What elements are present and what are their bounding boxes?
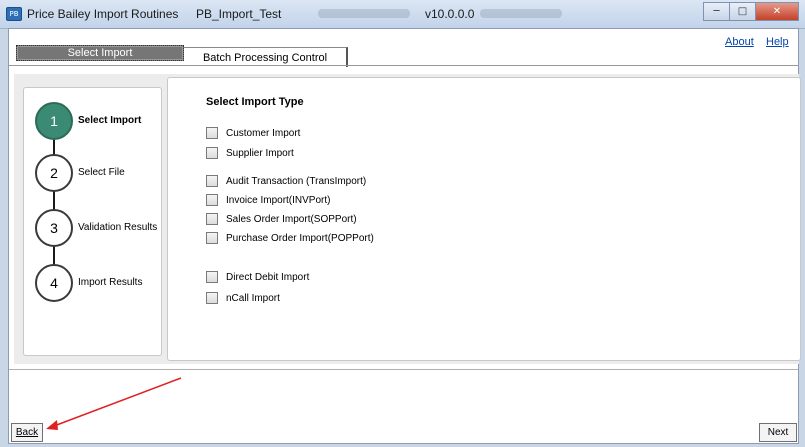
annotation-arrow-icon — [46, 377, 182, 430]
